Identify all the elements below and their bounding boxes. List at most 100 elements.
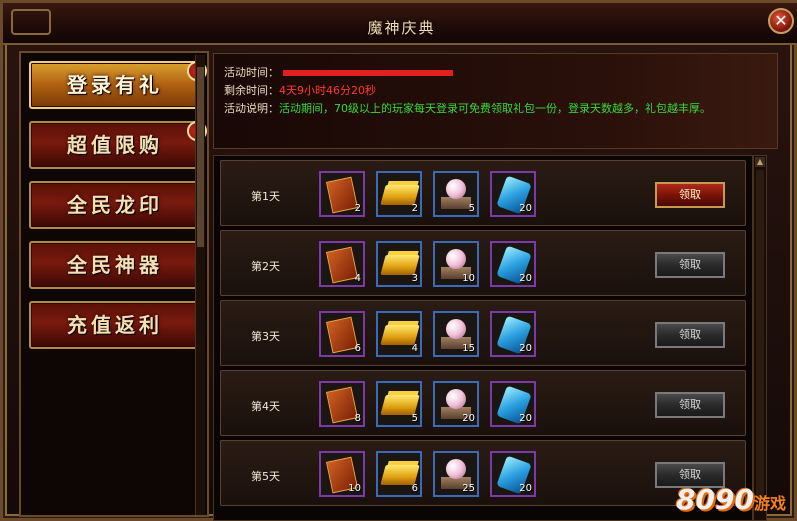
reward-slot-crystal[interactable]: 20 — [490, 171, 536, 217]
reward-row-day-5: 第5天 10 6 25 20 领取 — [220, 440, 746, 506]
pearl-icon — [446, 319, 466, 339]
item-count: 20 — [519, 343, 532, 354]
reward-slot-crystal[interactable]: 20 — [490, 241, 536, 287]
reward-slot-gold[interactable]: 5 — [376, 381, 422, 427]
sidebar-item-recharge-rebate[interactable]: 充值返利 — [29, 301, 201, 349]
reward-slot-token[interactable]: 8 — [319, 381, 365, 427]
reward-row-day-2: 第2天 4 3 10 20 领取 — [220, 230, 746, 296]
event-description-line: 活动说明：活动期间，70级以上的玩家每天登录可免费领取礼包一份，登录天数越多，礼… — [224, 100, 711, 116]
event-info-panel: 活动时间： 剩余时间：4天9小时46分20秒 活动说明：活动期间，70级以上的玩… — [213, 53, 778, 149]
reward-slot-crystal[interactable]: 20 — [490, 451, 536, 497]
reward-slot-pearl[interactable]: 25 — [433, 451, 479, 497]
redacted-time-value — [283, 70, 453, 76]
sidebar-item-limited-purchase[interactable]: 超值限购 ! — [29, 121, 207, 169]
claim-button[interactable]: 领取 — [655, 252, 725, 278]
item-count: 4 — [354, 273, 361, 284]
gold-bars-icon — [380, 465, 420, 485]
day-label: 第4天 — [251, 400, 280, 413]
item-count: 20 — [519, 483, 532, 494]
sidebar-item-label: 全民龙印 — [67, 193, 163, 217]
event-description-label: 活动说明： — [224, 102, 279, 115]
reward-slot-pearl[interactable]: 5 — [433, 171, 479, 217]
reward-slot-gold[interactable]: 3 — [376, 241, 422, 287]
reward-slot-token[interactable]: 2 — [319, 171, 365, 217]
reward-slot-pearl[interactable]: 20 — [433, 381, 479, 427]
gold-bars-icon — [380, 185, 420, 205]
day-label: 第5天 — [251, 470, 280, 483]
item-count: 15 — [462, 343, 475, 354]
reward-row-day-1: 第1天 2 2 5 20 领取 — [220, 160, 746, 226]
token-card-icon — [325, 176, 359, 214]
pearl-icon — [446, 249, 466, 269]
gold-bars-icon — [380, 255, 420, 275]
item-count: 8 — [354, 413, 361, 424]
gold-bars-icon — [380, 325, 420, 345]
gold-bars-icon — [380, 395, 420, 415]
claim-button[interactable]: 领取 — [655, 392, 725, 418]
day-label: 第2天 — [251, 260, 280, 273]
item-count: 25 — [462, 483, 475, 494]
reward-row-day-4: 第4天 8 5 20 20 领取 — [220, 370, 746, 436]
sidebar-scrollbar[interactable] — [195, 55, 205, 515]
scrollbar-thumb[interactable] — [756, 170, 764, 500]
sidebar-item-dragon-seal[interactable]: 全民龙印 — [29, 181, 201, 229]
site-watermark-logo: 8090游戏 — [676, 483, 786, 516]
scroll-up-arrow-icon[interactable]: ▲ — [755, 157, 765, 167]
reward-slot-crystal[interactable]: 20 — [490, 381, 536, 427]
reward-slot-gold[interactable]: 2 — [376, 171, 422, 217]
item-count: 10 — [348, 483, 361, 494]
item-count: 2 — [411, 203, 418, 214]
remaining-time-line: 剩余时间：4天9小时46分20秒 — [224, 82, 376, 98]
reward-slot-pearl[interactable]: 15 — [433, 311, 479, 357]
reward-slot-crystal[interactable]: 20 — [490, 311, 536, 357]
item-count: 20 — [519, 413, 532, 424]
item-count: 6 — [411, 483, 418, 494]
watermark-sub: 游戏 — [753, 494, 786, 513]
event-window: 魔神庆典 ✕ 登录有礼 ! 超值限购 ! 全民龙印 全民神器 充值返利 活动时间… — [0, 0, 797, 521]
day-label: 第1天 — [251, 190, 280, 203]
remaining-time-label: 剩余时间： — [224, 84, 279, 97]
sidebar-item-label: 登录有礼 — [67, 73, 163, 97]
event-time-line: 活动时间： — [224, 64, 453, 80]
event-description-text: 活动期间，70级以上的玩家每天登录可免费领取礼包一份，登录天数越多，礼包越丰厚。 — [279, 102, 711, 115]
sidebar-item-divine-artifact[interactable]: 全民神器 — [29, 241, 201, 289]
claim-button[interactable]: 领取 — [655, 182, 725, 208]
event-time-label: 活动时间： — [224, 66, 279, 79]
day-label: 第3天 — [251, 330, 280, 343]
window-title: 魔神庆典 — [367, 19, 436, 37]
sidebar-item-label: 全民神器 — [67, 253, 163, 277]
item-count: 5 — [468, 203, 475, 214]
item-count: 2 — [354, 203, 361, 214]
sidebar-item-label: 充值返利 — [67, 313, 163, 337]
reward-slot-pearl[interactable]: 10 — [433, 241, 479, 287]
pearl-icon — [446, 459, 466, 479]
token-card-icon — [325, 316, 359, 354]
item-count: 10 — [462, 273, 475, 284]
item-count: 4 — [411, 343, 418, 354]
close-icon: ✕ — [774, 11, 788, 30]
reward-slot-token[interactable]: 4 — [319, 241, 365, 287]
sidebar-item-label: 超值限购 — [67, 133, 163, 157]
title-bar: 魔神庆典 ✕ — [3, 3, 797, 45]
claim-button[interactable]: 领取 — [655, 322, 725, 348]
watermark-main: 8090 — [676, 483, 754, 516]
sidebar: 登录有礼 ! 超值限购 ! 全民龙印 全民神器 充值返利 — [19, 51, 209, 517]
scrollbar-thumb[interactable] — [197, 67, 204, 247]
reward-slot-gold[interactable]: 6 — [376, 451, 422, 497]
reward-row-day-3: 第3天 6 4 15 20 领取 — [220, 300, 746, 366]
item-count: 6 — [354, 343, 361, 354]
item-count: 20 — [519, 203, 532, 214]
reward-slot-gold[interactable]: 4 — [376, 311, 422, 357]
close-button[interactable]: ✕ — [768, 8, 794, 34]
pearl-icon — [446, 389, 466, 409]
reward-slot-token[interactable]: 6 — [319, 311, 365, 357]
sidebar-item-login-gift[interactable]: 登录有礼 ! — [29, 61, 207, 109]
remaining-time-value: 4天9小时46分20秒 — [279, 84, 376, 97]
pearl-icon — [446, 179, 466, 199]
item-count: 5 — [411, 413, 418, 424]
item-count: 20 — [462, 413, 475, 424]
item-count: 3 — [411, 273, 418, 284]
reward-slot-token[interactable]: 10 — [319, 451, 365, 497]
daily-reward-list[interactable]: 第1天 2 2 5 20 领取 第2天 4 3 10 20 领取 第3天 6 4… — [213, 155, 753, 521]
reward-list-scrollbar[interactable]: ▲ — [753, 155, 767, 521]
